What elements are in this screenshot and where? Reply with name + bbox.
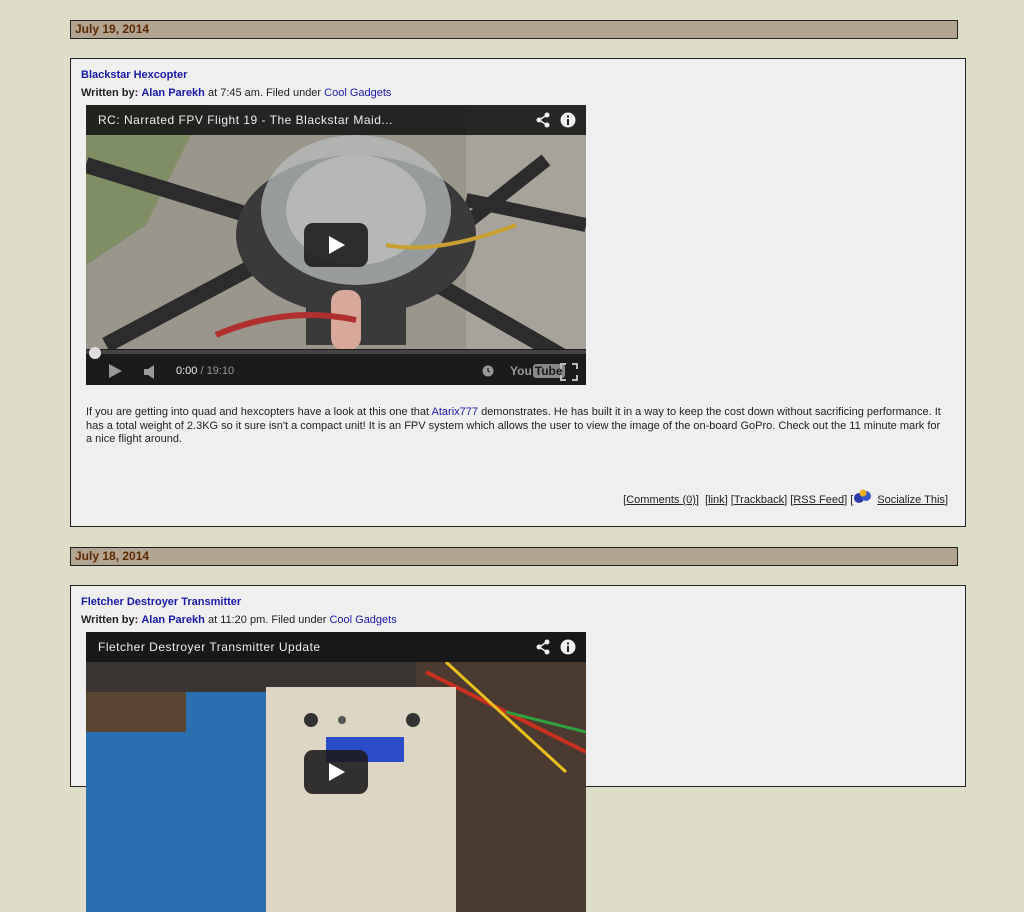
play-button-large[interactable] <box>304 750 368 794</box>
body-text-before: If you are getting into quad and hexcopt… <box>86 406 432 418</box>
time-total: 19:10 <box>206 365 235 377</box>
youtube-logo[interactable]: You Tube <box>510 364 565 378</box>
post-title-link[interactable]: Blackstar Hexcopter <box>81 69 187 81</box>
youtube-logo-you: You <box>510 364 532 378</box>
post-time-text: at 7:45 am. Filed under <box>207 87 322 99</box>
rss-feed-link[interactable]: RSS Feed <box>793 494 844 506</box>
written-by-label: Written by: <box>81 87 139 99</box>
play-icon <box>329 236 345 254</box>
post-fletcher-destroyer-transmitter: Fletcher Destroyer Transmitter Written b… <box>70 585 966 912</box>
volume-icon[interactable] <box>144 365 158 379</box>
author-link[interactable]: Alan Parekh <box>141 87 205 99</box>
category-link[interactable]: Cool Gadgets <box>324 87 391 99</box>
progress-bar[interactable] <box>86 350 586 354</box>
share-icon[interactable] <box>535 112 551 128</box>
info-icon[interactable] <box>560 112 576 128</box>
youtube-video-player[interactable]: Fletcher Destroyer Transmitter Update <box>86 632 586 912</box>
play-button-large[interactable] <box>304 223 368 267</box>
share-icon[interactable] <box>535 639 551 655</box>
play-icon <box>329 763 345 781</box>
video-title[interactable]: RC: Narrated FPV Flight 19 - The Blackst… <box>98 113 393 127</box>
clock-icon[interactable] <box>482 365 494 377</box>
page: { "posts": [ { "date": "July 19, 2014", … <box>0 0 1024 912</box>
trackback-link[interactable]: Trackback <box>734 494 784 506</box>
time-current: 0:00 <box>176 365 198 377</box>
post-title-link[interactable]: Fletcher Destroyer Transmitter <box>81 596 241 608</box>
post-blackstar-hexcopter: Blackstar Hexcopter Written by: Alan Par… <box>70 58 966 527</box>
socialize-icon[interactable] <box>853 489 873 505</box>
video-title[interactable]: Fletcher Destroyer Transmitter Update <box>98 640 321 654</box>
socialize-link[interactable]: Socialize This <box>877 494 945 506</box>
youtube-video-player[interactable]: RC: Narrated FPV Flight 19 - The Blackst… <box>86 105 586 385</box>
post-time-text: at 11:20 pm. Filed under <box>207 614 327 626</box>
post-body: If you are getting into quad and hexcopt… <box>86 406 948 447</box>
post-byline: Written by: Alan Parekh at 11:20 pm. Fil… <box>81 614 397 626</box>
permalink-link[interactable]: link <box>708 494 725 506</box>
date-header: July 18, 2014 <box>70 547 958 566</box>
post-footer-links: [Comments (0)] [link] [Trackback] [RSS F… <box>623 489 948 506</box>
written-by-label: Written by: <box>81 614 139 626</box>
scrubber-handle[interactable] <box>89 347 101 359</box>
play-icon[interactable] <box>108 364 122 378</box>
time-separator: / <box>200 365 204 377</box>
date-header: July 19, 2014 <box>70 20 958 39</box>
atarix777-link[interactable]: Atarix777 <box>432 406 478 418</box>
comments-link[interactable]: Comments (0) <box>626 494 696 506</box>
post-byline: Written by: Alan Parekh at 7:45 am. File… <box>81 87 391 99</box>
info-icon[interactable] <box>560 639 576 655</box>
fullscreen-icon[interactable] <box>560 363 578 381</box>
author-link[interactable]: Alan Parekh <box>141 614 205 626</box>
video-time: 0:00 / 19:10 <box>176 365 234 377</box>
category-link[interactable]: Cool Gadgets <box>329 614 396 626</box>
